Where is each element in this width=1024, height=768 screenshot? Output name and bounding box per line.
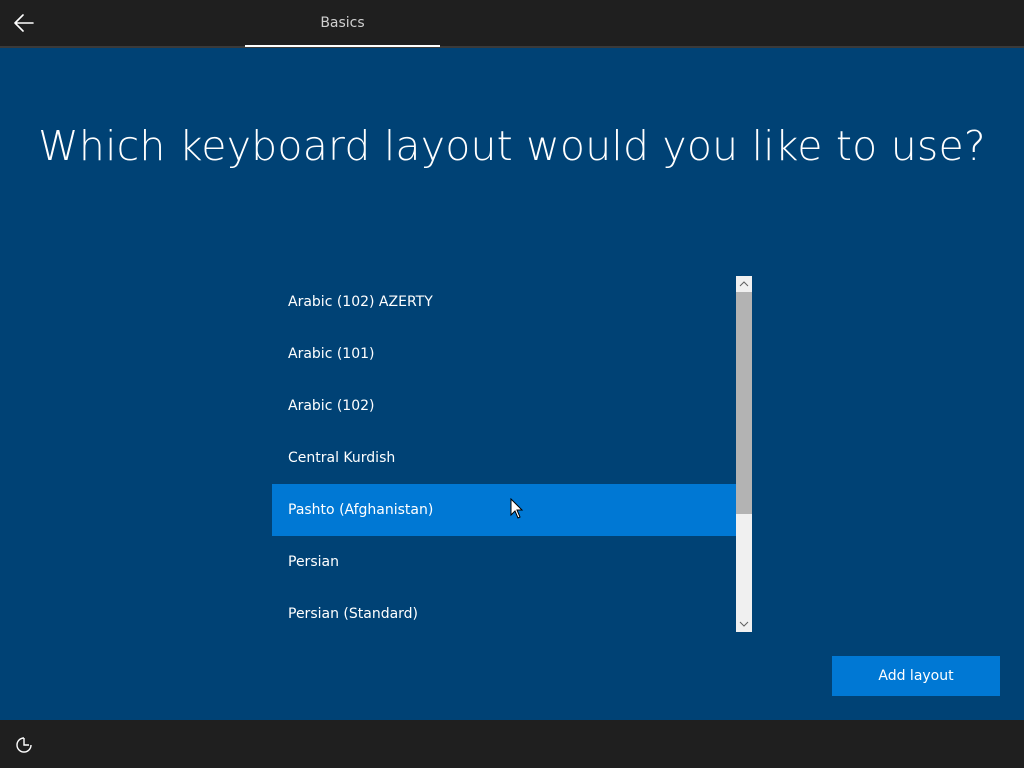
ease-of-access-icon [16,737,32,753]
tab-basics[interactable]: Basics [245,0,440,46]
scroll-down-button[interactable] [736,616,752,632]
bottom-bar [0,720,1024,768]
list-item[interactable]: Arabic (102) [272,380,736,432]
list-item[interactable]: Persian [272,536,736,588]
top-bar: Basics [0,0,1024,48]
list-item[interactable]: Persian (Standard) [272,588,736,632]
add-layout-button[interactable]: Add layout [832,656,1000,696]
arrow-left-icon [14,14,34,32]
chevron-down-icon [739,621,749,627]
list-item-selected[interactable]: Pashto (Afghanistan) [272,484,736,536]
back-button[interactable] [10,8,38,38]
ease-of-access-button[interactable] [12,734,36,756]
list-item[interactable]: Arabic (102) AZERTY [272,276,736,328]
list-item[interactable]: Arabic (101) [272,328,736,380]
list-scrollbar[interactable] [736,276,752,632]
page-title: Which keyboard layout would you like to … [38,122,986,170]
keyboard-layout-list[interactable]: Arabic (102) AZERTY Arabic (101) Arabic … [272,276,736,632]
tab-active-indicator [245,45,440,47]
list-item[interactable]: Central Kurdish [272,432,736,484]
chevron-up-icon [739,281,749,287]
scroll-thumb[interactable] [736,292,752,514]
scroll-up-button[interactable] [736,276,752,292]
